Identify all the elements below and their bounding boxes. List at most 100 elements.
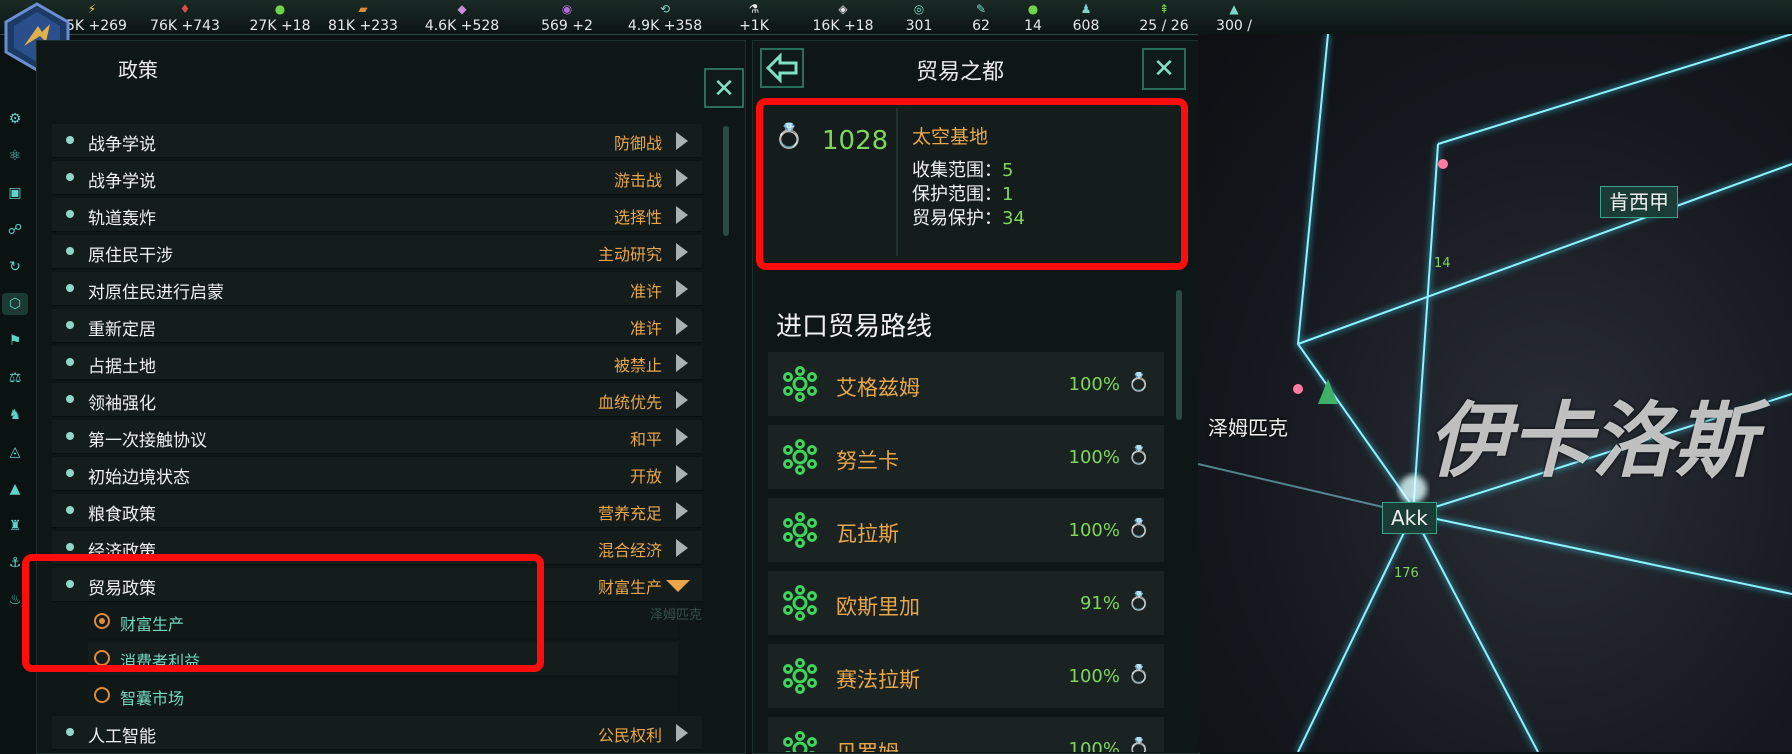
chevron-right-icon[interactable]: [676, 502, 688, 520]
fleet-count: 14: [1434, 256, 1451, 271]
policy-row[interactable]: 战争学说 游击战: [52, 161, 702, 195]
trade-close-button[interactable]: ✕: [1142, 48, 1186, 90]
system-label-kenxijia[interactable]: 肯西甲: [1600, 186, 1678, 218]
policy-row[interactable]: 初始边境状态 开放: [52, 457, 702, 491]
trade-route-item[interactable]: 欧斯里加 91% 💍: [768, 571, 1164, 635]
leaders-icon[interactable]: ♞: [2, 404, 28, 426]
policy-row[interactable]: 占据土地 被禁止: [52, 346, 702, 380]
back-arrow-icon: [765, 52, 798, 84]
resource-value: 4.6K +528: [424, 18, 500, 34]
resource-value: 300 /: [1216, 18, 1252, 34]
trade-resource[interactable]: ◈ 16K +18: [803, 0, 883, 34]
policy-row[interactable]: 轨道轰炸 选择性: [52, 198, 702, 232]
trade-policy-option[interactable]: 智囊市场: [88, 679, 678, 712]
route-percent: 100%: [1068, 666, 1120, 687]
policy-value: 血统优先: [597, 393, 662, 412]
chevron-right-icon[interactable]: [676, 169, 688, 187]
trade-route-item[interactable]: 艾格兹姆 100% 💍: [768, 352, 1164, 416]
policy-name: 对原住民进行启蒙: [88, 283, 224, 303]
system-label-zemupike[interactable]: 泽姆匹克: [1208, 412, 1288, 441]
route-name: 瓦拉斯: [836, 522, 899, 546]
pops-resource[interactable]: ◎ 301: [894, 0, 944, 34]
consumer-goods-resource[interactable]: ◆ 4.6K +528: [417, 0, 507, 34]
galaxy-map[interactable]: 伊卡洛斯 肯西甲 泽姆匹克 Akk 14 176: [1198, 34, 1792, 752]
resource-value: 76K +743: [150, 18, 220, 34]
expansion-icon[interactable]: ▲: [2, 478, 28, 500]
alloys-resource[interactable]: ▰ 81K +233: [323, 0, 403, 34]
chevron-right-icon[interactable]: [676, 539, 688, 557]
system-label-akk[interactable]: Akk: [1382, 502, 1437, 534]
factions-icon[interactable]: ⚑: [2, 330, 28, 352]
resource-value: 608: [1072, 18, 1100, 34]
trade-route-icon: [783, 366, 817, 402]
planets-resource[interactable]: ● 14: [1013, 0, 1053, 34]
route-percent: 100%: [1068, 739, 1120, 752]
ships-icon[interactable]: ⚙: [2, 108, 28, 130]
research-resource[interactable]: ⚗ +1K: [724, 0, 784, 34]
minerals-resource[interactable]: ♦ 76K +743: [140, 0, 230, 34]
trade-route-item[interactable]: 赛法拉斯 100% 💍: [768, 644, 1164, 708]
policy-value: 开放: [629, 467, 662, 486]
trade-route-item[interactable]: 瓦拉斯 100% 💍: [768, 498, 1164, 562]
resource-value: 14: [1024, 18, 1042, 34]
resource-value: 62: [972, 18, 990, 34]
policy-row[interactable]: 重新定居 准许: [52, 309, 702, 343]
policy-value: 防御战: [613, 134, 662, 153]
policy-close-button[interactable]: ✕: [704, 68, 744, 108]
policy-row[interactable]: 对原住民进行启蒙 准许: [52, 272, 702, 306]
chevron-down-icon[interactable]: [666, 580, 690, 592]
planets-icon[interactable]: ♜: [2, 515, 28, 537]
policy-scrollbar[interactable]: [723, 126, 729, 236]
back-button[interactable]: [760, 48, 804, 88]
resource-bar: ⚡ 35K +269 ♦ 76K +743 ● 27K +18 ▰ 81K +233 ◆ 4.6K…: [0, 0, 1792, 35]
chevron-right-icon[interactable]: [676, 280, 688, 298]
influence-icon: ◉: [561, 2, 573, 16]
naval-cap-resource[interactable]: ▲ 300 /: [1204, 0, 1264, 34]
chevron-right-icon[interactable]: [676, 206, 688, 224]
route-name: 贝罗姆: [836, 737, 899, 752]
chevron-right-icon[interactable]: [676, 465, 688, 483]
trade-route-item[interactable]: 努兰卡 100% 💍: [768, 425, 1164, 489]
leaders-resource[interactable]: ♟ 608: [1061, 0, 1111, 34]
envoys-resource[interactable]: ⇞ 25 / 26: [1129, 0, 1199, 34]
policy-row[interactable]: 第一次接触协议 和平: [52, 420, 702, 454]
chevron-right-icon[interactable]: [676, 354, 688, 372]
policy-row[interactable]: 战争学说 防御战: [52, 124, 702, 158]
food-resource[interactable]: ● 27K +18: [245, 0, 315, 34]
research-icon[interactable]: ⚛: [2, 145, 28, 167]
species-icon[interactable]: ↻: [2, 256, 28, 278]
leaders-icon: ♟: [1080, 2, 1092, 16]
chevron-right-icon[interactable]: [676, 132, 688, 150]
bullet-icon: [66, 358, 74, 366]
chevron-right-icon[interactable]: [676, 317, 688, 335]
policy-name: 原住民干涉: [88, 246, 173, 266]
trade-route-item[interactable]: 贝罗姆 100% 💍: [768, 717, 1164, 752]
influence-resource[interactable]: ◉ 569 +2: [532, 0, 602, 34]
policy-row[interactable]: 粮食政策 营养充足: [52, 494, 702, 528]
routes-scrollbar[interactable]: [1176, 290, 1182, 420]
radio-button-icon[interactable]: [94, 687, 110, 703]
resource-value: 81K +233: [328, 18, 398, 34]
contacts-icon[interactable]: ☍: [2, 219, 28, 241]
policy-value: 主动研究: [597, 245, 662, 264]
traditions-icon[interactable]: ⚖: [2, 367, 28, 389]
systems-resource[interactable]: ✎ 62: [961, 0, 1001, 34]
situation-icon[interactable]: ▣: [2, 182, 28, 204]
chevron-right-icon[interactable]: [676, 428, 688, 446]
chevron-right-icon[interactable]: [676, 724, 688, 742]
highlight-trade-policy: [22, 554, 544, 672]
policy-row[interactable]: 人工智能 公民权利: [52, 716, 702, 750]
relics-icon[interactable]: ◬: [2, 441, 28, 463]
policy-row[interactable]: 原住民干涉 主动研究: [52, 235, 702, 269]
policy-name: 重新定居: [88, 320, 156, 340]
policy-row[interactable]: 领袖强化 血统优先: [52, 383, 702, 417]
policy-value: 混合经济: [597, 541, 662, 560]
chevron-right-icon[interactable]: [676, 243, 688, 261]
policies-icon[interactable]: ⬡: [2, 293, 28, 315]
unity-resource[interactable]: ⟲ 4.9K +358: [620, 0, 710, 34]
trade-value-icon: 💍: [1127, 737, 1150, 752]
policy-value: 和平: [629, 430, 662, 449]
chevron-right-icon[interactable]: [676, 391, 688, 409]
policy-value: 准许: [629, 319, 662, 338]
highlight-trade-info: [756, 98, 1188, 270]
